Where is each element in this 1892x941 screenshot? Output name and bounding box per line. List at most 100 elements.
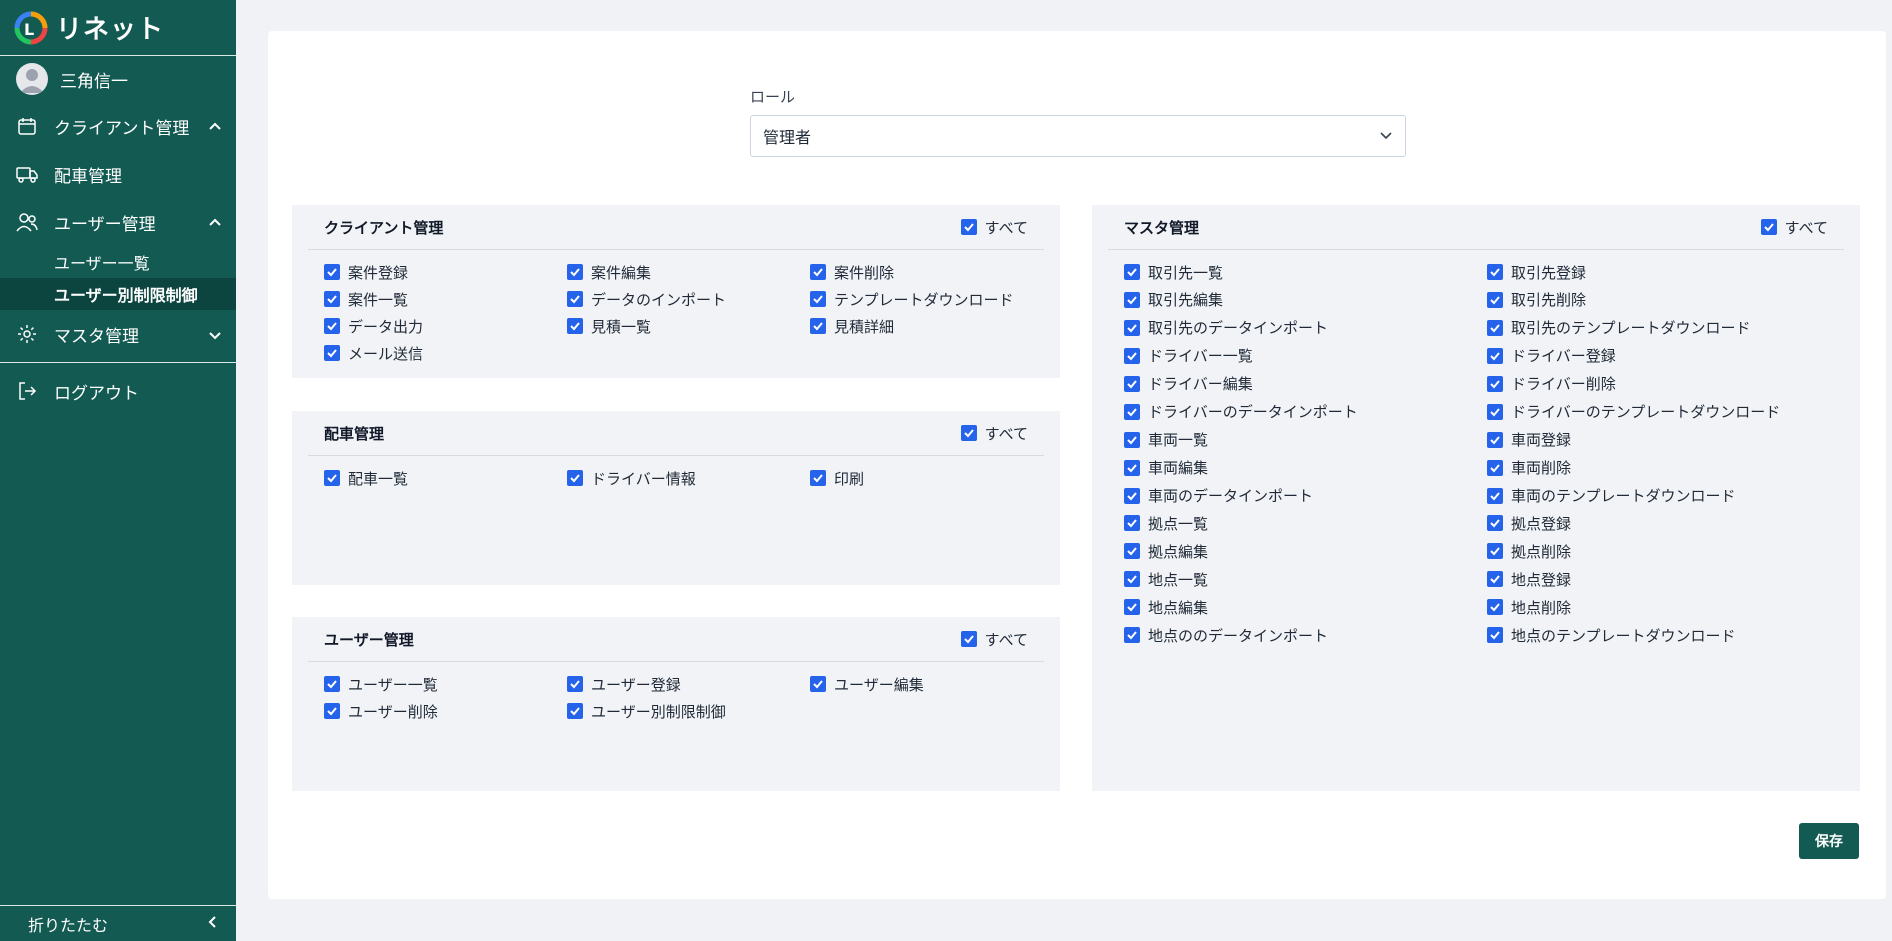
permission-option[interactable]: 地点削除 bbox=[1487, 597, 1850, 617]
check-icon[interactable] bbox=[1124, 375, 1140, 392]
check-icon[interactable] bbox=[1487, 487, 1503, 504]
nav-dispatch-management[interactable]: 配車管理 bbox=[0, 150, 236, 198]
nav-master-management[interactable]: マスタ管理 bbox=[0, 310, 236, 358]
permission-option[interactable]: 車両登録 bbox=[1487, 430, 1850, 450]
check-icon[interactable] bbox=[1487, 571, 1503, 588]
check-icon[interactable] bbox=[1487, 431, 1503, 448]
check-icon[interactable] bbox=[1487, 375, 1503, 392]
select-all-checkbox[interactable]: すべて bbox=[960, 423, 1028, 444]
permission-option[interactable]: 案件一覧 bbox=[324, 289, 567, 309]
permission-option[interactable]: 車両一覧 bbox=[1124, 430, 1487, 450]
permission-option[interactable]: メール送信 bbox=[324, 343, 567, 363]
check-icon[interactable] bbox=[1487, 599, 1503, 616]
permission-option[interactable]: 印刷 bbox=[810, 468, 1053, 488]
check-icon[interactable] bbox=[1124, 543, 1140, 560]
check-icon[interactable] bbox=[1487, 403, 1503, 420]
permission-option[interactable]: データのインポート bbox=[567, 289, 810, 309]
permission-option[interactable]: 取引先登録 bbox=[1487, 262, 1850, 282]
check-icon[interactable] bbox=[1487, 264, 1503, 280]
nav-sub-user-restriction[interactable]: ユーザー別制限制御 bbox=[0, 278, 236, 310]
permission-option[interactable]: ドライバー登録 bbox=[1487, 346, 1850, 366]
nav-sub-user-list[interactable]: ユーザー一覧 bbox=[0, 246, 236, 278]
check-icon[interactable] bbox=[567, 470, 583, 486]
role-select[interactable]: 管理者 bbox=[750, 115, 1406, 157]
permission-option[interactable]: 拠点編集 bbox=[1124, 541, 1487, 561]
user-profile[interactable]: 三角信一 bbox=[0, 56, 236, 102]
permission-option[interactable]: ドライバー削除 bbox=[1487, 374, 1850, 394]
permission-option[interactable]: 地点登録 bbox=[1487, 569, 1850, 589]
permission-option[interactable]: 見積一覧 bbox=[567, 316, 810, 336]
permission-option[interactable]: 拠点登録 bbox=[1487, 513, 1850, 533]
check-icon[interactable] bbox=[1124, 403, 1140, 420]
permission-option[interactable]: 取引先編集 bbox=[1124, 290, 1487, 310]
permission-option[interactable]: 車両のデータインポート bbox=[1124, 486, 1487, 506]
permission-option[interactable]: ドライバー情報 bbox=[567, 468, 810, 488]
check-icon[interactable] bbox=[1124, 459, 1140, 476]
permission-option[interactable]: ユーザー削除 bbox=[324, 701, 567, 721]
check-icon[interactable] bbox=[1124, 431, 1140, 448]
permission-option[interactable]: ユーザー登録 bbox=[567, 674, 810, 694]
permission-option[interactable]: 地点のテンプレートダウンロード bbox=[1487, 625, 1850, 645]
check-icon[interactable] bbox=[1487, 543, 1503, 560]
check-icon[interactable] bbox=[1124, 264, 1140, 280]
check-icon[interactable] bbox=[1124, 599, 1140, 616]
permission-option[interactable]: 取引先一覧 bbox=[1124, 262, 1487, 282]
select-all-checkbox[interactable]: すべて bbox=[1760, 217, 1828, 238]
check-icon[interactable] bbox=[324, 676, 340, 692]
check-icon[interactable] bbox=[324, 291, 340, 307]
permission-option[interactable]: 案件編集 bbox=[567, 262, 810, 282]
permission-option[interactable]: 取引先のデータインポート bbox=[1124, 318, 1487, 338]
permission-option[interactable]: テンプレートダウンロード bbox=[810, 289, 1053, 309]
permission-option[interactable]: 地点一覧 bbox=[1124, 569, 1487, 589]
check-icon[interactable] bbox=[1487, 627, 1503, 644]
check-icon[interactable] bbox=[324, 470, 340, 486]
permission-option[interactable]: 配車一覧 bbox=[324, 468, 567, 488]
check-icon[interactable] bbox=[324, 345, 340, 361]
permission-option[interactable]: ドライバー一覧 bbox=[1124, 346, 1487, 366]
check-icon[interactable] bbox=[960, 631, 977, 647]
check-icon[interactable] bbox=[960, 219, 977, 235]
check-icon[interactable] bbox=[1124, 487, 1140, 504]
check-icon[interactable] bbox=[324, 318, 340, 334]
permission-option[interactable]: 車両編集 bbox=[1124, 458, 1487, 478]
check-icon[interactable] bbox=[810, 264, 826, 280]
permission-option[interactable]: 車両のテンプレートダウンロード bbox=[1487, 486, 1850, 506]
check-icon[interactable] bbox=[960, 425, 977, 441]
check-icon[interactable] bbox=[810, 470, 826, 486]
check-icon[interactable] bbox=[567, 703, 583, 719]
check-icon[interactable] bbox=[324, 264, 340, 280]
check-icon[interactable] bbox=[1124, 319, 1140, 336]
check-icon[interactable] bbox=[1487, 459, 1503, 476]
permission-option[interactable]: 案件削除 bbox=[810, 262, 1053, 282]
check-icon[interactable] bbox=[567, 264, 583, 280]
check-icon[interactable] bbox=[1124, 515, 1140, 532]
check-icon[interactable] bbox=[324, 703, 340, 719]
save-button[interactable]: 保存 bbox=[1799, 823, 1859, 859]
permission-option[interactable]: 取引先のテンプレートダウンロード bbox=[1487, 318, 1850, 338]
check-icon[interactable] bbox=[1487, 319, 1503, 336]
check-icon[interactable] bbox=[1760, 219, 1777, 235]
check-icon[interactable] bbox=[1487, 291, 1503, 308]
permission-option[interactable]: 地点編集 bbox=[1124, 597, 1487, 617]
check-icon[interactable] bbox=[810, 676, 826, 692]
permission-option[interactable]: 地点ののデータインポート bbox=[1124, 625, 1487, 645]
check-icon[interactable] bbox=[567, 676, 583, 692]
nav-user-management[interactable]: ユーザー管理 bbox=[0, 198, 236, 246]
check-icon[interactable] bbox=[1124, 627, 1140, 644]
permission-option[interactable]: 取引先削除 bbox=[1487, 290, 1850, 310]
permission-option[interactable]: ユーザー別制限制御 bbox=[567, 701, 810, 721]
brand[interactable]: L リネット bbox=[0, 0, 236, 56]
check-icon[interactable] bbox=[1124, 291, 1140, 308]
permission-option[interactable]: 拠点削除 bbox=[1487, 541, 1850, 561]
collapse-sidebar-button[interactable]: 折りたたむ bbox=[0, 905, 236, 941]
permission-option[interactable]: ユーザー一覧 bbox=[324, 674, 567, 694]
check-icon[interactable] bbox=[1124, 347, 1140, 364]
check-icon[interactable] bbox=[567, 318, 583, 334]
permission-option[interactable]: ユーザー編集 bbox=[810, 674, 1053, 694]
permission-option[interactable]: ドライバーのテンプレートダウンロード bbox=[1487, 402, 1850, 422]
permission-option[interactable]: 拠点一覧 bbox=[1124, 513, 1487, 533]
nav-logout[interactable]: ログアウト bbox=[0, 367, 236, 415]
check-icon[interactable] bbox=[1487, 515, 1503, 532]
permission-option[interactable]: 案件登録 bbox=[324, 262, 567, 282]
check-icon[interactable] bbox=[810, 318, 826, 334]
